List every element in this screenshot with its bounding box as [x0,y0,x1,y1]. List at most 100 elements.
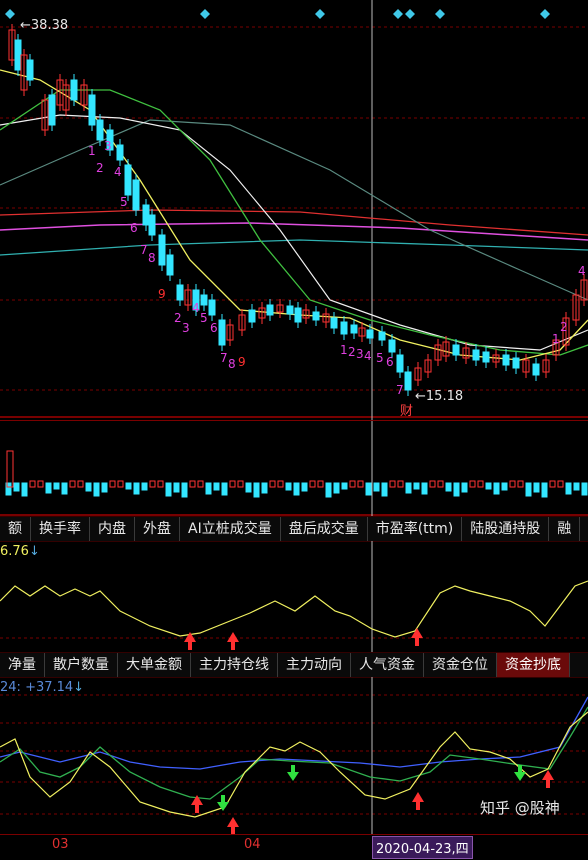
volume-bar [517,480,524,488]
sequence-count-number: 4 [578,264,586,278]
event-diamond-icon [5,9,15,19]
volume-bar [181,482,188,498]
volume-bar [397,480,404,488]
candle-body [26,59,34,81]
volume-bar [405,482,412,494]
indicator1-panel[interactable]: 6.76↓ [0,541,588,652]
candle-body [532,363,540,376]
volume-bar [53,482,60,490]
volume-chart[interactable] [0,421,588,517]
candle-body [142,204,150,226]
sequence-count-number: 5 [376,351,384,365]
tab-pe-ttm[interactable]: 市盈率(ttm) [368,517,463,541]
sequence-count-number: 4 [364,349,372,363]
ma-line-red [0,209,588,236]
indicator1-chart[interactable] [0,541,588,652]
volume-bar [93,482,100,497]
volume-bar [165,482,172,497]
sequence-count-number: 1 [552,332,560,346]
price-chart-panel[interactable]: 123456789234567891234567124 ←38.38 ←15.1… [0,0,588,420]
volume-bar [437,480,444,488]
tab-margin[interactable]: 融 [549,517,581,541]
tab-inner-volume[interactable]: 内盘 [90,517,135,541]
volume-bar [565,482,572,495]
volume-bar [6,450,14,488]
candle-body [124,164,132,196]
tab-bottom-fishing[interactable]: 资金抄底 [497,653,570,677]
sequence-count-number: 3 [356,347,364,361]
candle-body [158,234,166,266]
buy-signal-arrow-icon [542,770,554,788]
candle-body [388,339,396,353]
indicator2-green [0,706,588,800]
tab-ai-volume[interactable]: AI立桩成交量 [180,517,281,541]
sequence-count-number: 8 [148,251,156,265]
candle-body [330,317,338,329]
volume-bar [357,480,364,488]
volume-bar [269,480,276,488]
indicator1-readout: 6.76↓ [0,544,40,559]
volume-bar [381,482,388,497]
volume-bar [501,482,508,491]
tab-northbound-holding[interactable]: 陆股通持股 [462,517,550,541]
event-diamond-icon [435,9,445,19]
volume-bar [453,482,460,497]
volume-bar [261,482,268,494]
volume-bar [317,480,324,488]
volume-bar [477,480,484,488]
volume-bar [221,482,228,496]
candle-body [70,79,78,101]
volume-bar [373,482,380,492]
tab-afterhours-volume[interactable]: 盘后成交量 [281,517,368,541]
volume-bar [349,480,356,488]
sequence-count-number: 2 [174,311,182,325]
volume-bar [69,480,76,488]
event-diamond-icon [315,9,325,19]
tab-popularity-funds[interactable]: 人气资金 [351,653,424,677]
tab-fund-position[interactable]: 资金仓位 [424,653,497,677]
indicator2-readout: 24: +37.14↓ [0,680,85,695]
tab-outer-volume[interactable]: 外盘 [135,517,180,541]
tab-retail-count[interactable]: 散户数量 [45,653,118,677]
ma-line-magenta [0,222,588,241]
tab-main-position-line[interactable]: 主力持仓线 [191,653,278,677]
sell-signal-arrow-icon [287,765,299,781]
price-chart[interactable]: 123456789234567 8 91 2 3 4 5 67124 [0,0,588,420]
sequence-count-number: 2 [348,345,356,359]
sequence-count-number: 9 [158,287,166,301]
date-label-april: 04 [244,837,261,852]
volume-bar [413,482,420,490]
tab-large-order-amount[interactable]: 大单金额 [118,653,191,677]
volume-bar [157,480,164,488]
volume-bar [29,480,36,488]
volume-bar [461,482,468,493]
buy-signal-arrow-icon [411,628,423,646]
volume-panel[interactable] [0,420,588,517]
candle-body [472,349,480,361]
ma-line-yellow [0,69,588,361]
candle-body [366,329,374,339]
tab-net-volume[interactable]: 净量 [0,653,45,677]
sequence-count-number: 6 [130,221,138,235]
sequence-count-number: 7 [140,243,148,257]
volume-bar [493,482,500,495]
volume-bar [341,482,348,490]
volume-bar [573,482,580,491]
sequence-count-number: 1 [88,144,96,158]
tab-main-direction[interactable]: 主力动向 [278,653,351,677]
tab-turnover[interactable]: 换手率 [31,517,90,541]
candle-body [286,305,294,315]
tab-amount[interactable]: 额 [0,517,31,541]
volume-bar [77,480,84,488]
volume-bar [429,480,436,488]
candle-body [350,324,358,334]
candle-body [248,309,256,323]
sell-signal-arrow-icon [514,765,526,781]
sequence-count-number: 3 [104,139,112,153]
volume-bar [125,482,132,490]
volume-bar [205,482,212,495]
financial-report-marker[interactable]: 财 [400,400,413,419]
sequence-count-number: 4 [192,301,200,315]
volume-bar [445,482,452,492]
volume-bar [21,482,28,497]
